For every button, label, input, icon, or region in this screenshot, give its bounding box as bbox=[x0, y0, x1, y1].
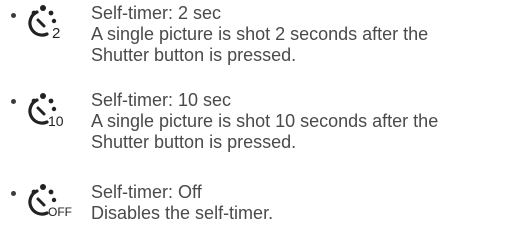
item-description-line: A single picture is shot 2 seconds after… bbox=[91, 24, 429, 44]
item-description-line: Disables the self-timer. bbox=[91, 203, 274, 223]
svg-text:2: 2 bbox=[52, 25, 60, 42]
svg-text:OFF: OFF bbox=[48, 205, 72, 219]
bullet bbox=[11, 13, 16, 18]
item-description-line: Shutter button is pressed. bbox=[91, 45, 297, 65]
item-text: Self-timer: Off Disables the self-timer. bbox=[91, 182, 273, 224]
item-text: Self-timer: 2 sec A single picture is sh… bbox=[91, 3, 428, 66]
item-description-line: A single picture is shot 10 seconds afte… bbox=[91, 111, 439, 131]
item-title: Self-timer: 10 sec bbox=[91, 90, 232, 110]
svg-text:10: 10 bbox=[48, 113, 64, 129]
item-description-line: Shutter button is pressed. bbox=[91, 132, 297, 152]
self-timer-off-icon: OFF bbox=[27, 183, 83, 223]
bullet bbox=[11, 191, 16, 196]
item-title: Self-timer: 2 sec bbox=[91, 3, 222, 23]
item-title: Self-timer: Off bbox=[91, 182, 202, 202]
self-timer-10-icon: 10 bbox=[27, 92, 83, 132]
self-timer-2-icon: 2 bbox=[27, 4, 83, 44]
item-text: Self-timer: 10 sec A single picture is s… bbox=[91, 90, 438, 153]
bullet bbox=[11, 99, 16, 104]
